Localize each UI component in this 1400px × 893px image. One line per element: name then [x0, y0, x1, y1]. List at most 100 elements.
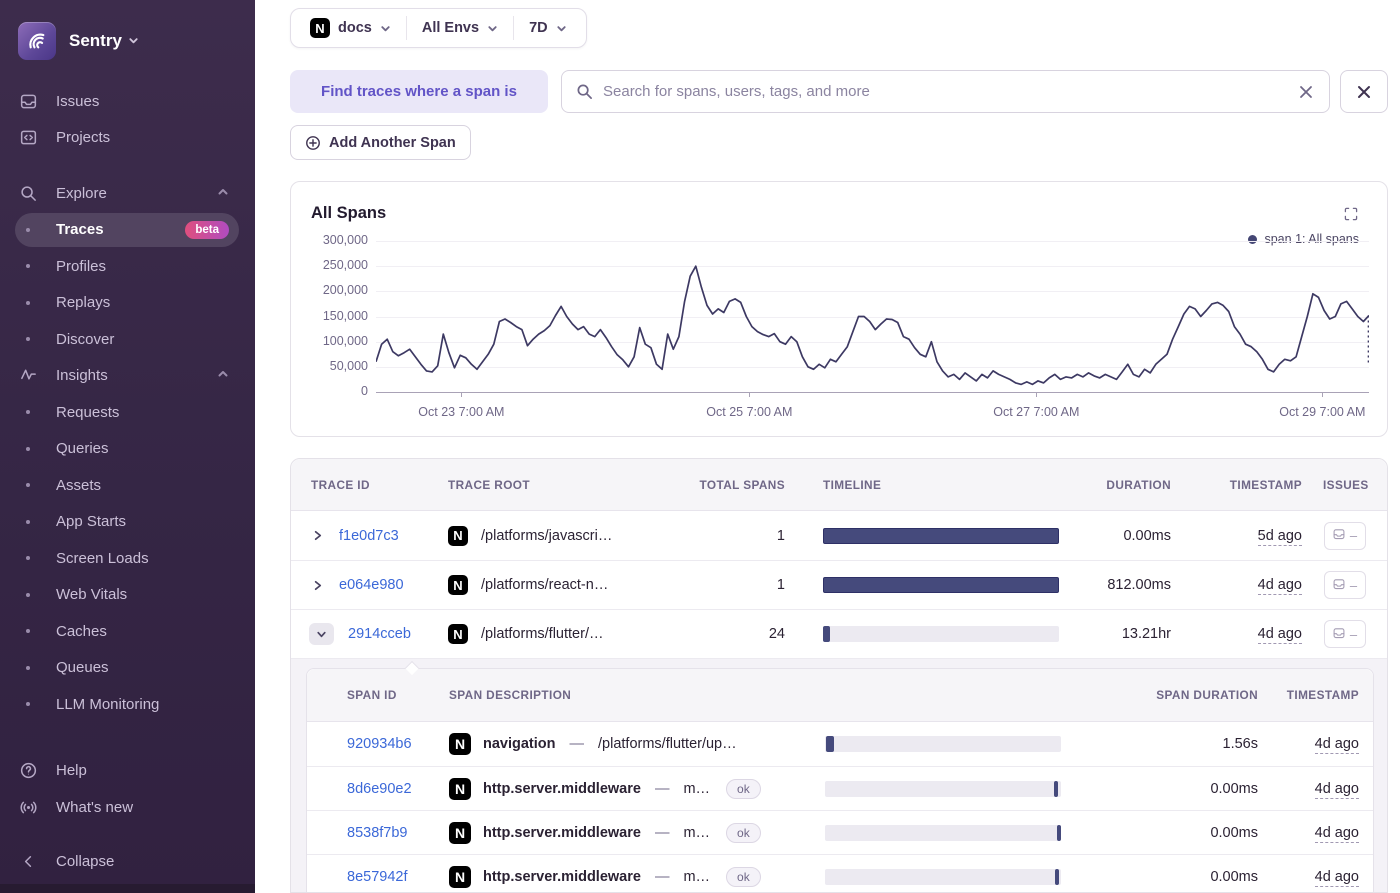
- trace-rows: f1e0d7c3 N/platforms/javascri… 1 0.00ms 5d a…: [291, 511, 1387, 658]
- span-timeline-cell: [825, 868, 1061, 885]
- span-description-cell: Nhttp.server.middleware — m… ok: [449, 777, 825, 800]
- timeline-cell: [785, 626, 1059, 642]
- sidebar-item-queues[interactable]: Queues: [0, 650, 255, 687]
- column-header-timestamp: TIMESTAMP: [1229, 477, 1302, 492]
- column-header-span-description: SPAN DESCRIPTION: [449, 688, 572, 702]
- issues-button[interactable]: –: [1323, 620, 1366, 648]
- sidebar-item-insights[interactable]: Insights: [0, 358, 255, 395]
- sidebar-item-traces[interactable]: Traces beta: [0, 212, 255, 249]
- timeline-bar: [1054, 868, 1060, 885]
- span-table: SPAN ID SPAN DESCRIPTION SPAN DURATION TIME…: [306, 660, 1375, 892]
- timestamp-value[interactable]: 4d ago: [1314, 868, 1359, 887]
- span-duration-cell: 0.00ms: [1210, 780, 1258, 797]
- span-id-link[interactable]: 920934b6: [347, 736, 412, 752]
- timestamp-value[interactable]: 4d ago: [1257, 577, 1302, 595]
- sidebar-item-assets[interactable]: Assets: [0, 467, 255, 504]
- sidebar-item-queries[interactable]: Queries: [0, 431, 255, 468]
- sidebar-item-requests[interactable]: Requests: [0, 394, 255, 431]
- timeline-track: [823, 626, 1059, 642]
- chevron-up-icon[interactable]: [217, 185, 229, 202]
- span-search-input[interactable]: [603, 83, 1287, 100]
- column-header-total-spans: TOTAL SPANS: [699, 477, 785, 492]
- issues-icon: [0, 92, 56, 111]
- all-spans-chart-panel: All Spans span 1: All spans 0 50,000 100,0…: [290, 181, 1388, 437]
- chevron-up-icon[interactable]: [217, 367, 229, 384]
- bullet-dot: [0, 337, 56, 341]
- timestamp-value[interactable]: 4d ago: [1314, 824, 1359, 843]
- expand-row-button[interactable]: [309, 529, 325, 542]
- collapse-row-button[interactable]: [309, 623, 334, 645]
- issues-button[interactable]: –: [1323, 521, 1366, 550]
- trace-root-text: /platforms/flutter/…: [481, 626, 604, 642]
- sidebar-item-label: Web Vitals: [56, 586, 128, 604]
- sidebar-item-label: Insights: [56, 367, 108, 385]
- expand-row-button[interactable]: [309, 579, 325, 592]
- sidebar-item-caches[interactable]: Caches: [0, 613, 255, 650]
- timestamp-value[interactable]: 4d ago: [1257, 626, 1302, 644]
- sidebar-item-llm-monitoring[interactable]: LLM Monitoring: [0, 686, 255, 723]
- sidebar-item-app-starts[interactable]: App Starts: [0, 504, 255, 541]
- sidebar-item-help[interactable]: Help: [0, 753, 255, 790]
- chevron-down-icon: [128, 31, 139, 51]
- sidebar-item-what-s-new[interactable]: What's new: [0, 789, 255, 826]
- nextjs-avatar: N: [448, 575, 468, 595]
- expanded-trace-panel: SPAN ID SPAN DESCRIPTION SPAN DURATION TIME…: [291, 658, 1387, 892]
- span-row: 8e57942f Nhttp.server.middleware — m… ok 0.00…: [307, 854, 1375, 892]
- column-header-duration: DURATION: [1106, 477, 1171, 492]
- timestamp-value[interactable]: 4d ago: [1314, 736, 1359, 754]
- timestamp-value[interactable]: 4d ago: [1314, 780, 1359, 799]
- column-header-span-duration: SPAN DURATION: [1156, 688, 1258, 702]
- sidebar-item-profiles[interactable]: Profiles: [0, 248, 255, 285]
- column-header-span-id: SPAN ID: [347, 688, 397, 702]
- org-switcher[interactable]: Sentry: [18, 22, 139, 60]
- sidebar-item-explore[interactable]: Explore: [0, 175, 255, 212]
- sidebar-item-discover[interactable]: Discover: [0, 321, 255, 358]
- sidebar-item-web-vitals[interactable]: Web Vitals: [0, 577, 255, 614]
- expand-chart-button[interactable]: [1343, 206, 1359, 222]
- project-selector[interactable]: N docs: [295, 16, 406, 40]
- sidebar-item-projects[interactable]: Projects: [0, 120, 255, 157]
- span-timestamp-cell: 4d ago: [1258, 868, 1375, 887]
- span-rows: 920934b6 Nnavigation — /platforms/flutter/u…: [307, 722, 1375, 892]
- sidebar-item-label: Issues: [56, 92, 100, 110]
- span-timeline-cell: [825, 736, 1061, 752]
- total-spans-cell: 1: [776, 527, 785, 544]
- trace-id-link[interactable]: 2914cceb: [348, 626, 411, 642]
- x-axis-label: Oct 27 7:00 AM: [993, 405, 1080, 419]
- nextjs-avatar: N: [448, 624, 468, 644]
- span-id-link[interactable]: 8538f7b9: [347, 825, 407, 841]
- separator: —: [654, 780, 670, 797]
- span-op: navigation: [483, 736, 556, 752]
- timeline-bar: [823, 626, 831, 642]
- span-search-bar[interactable]: [561, 70, 1330, 113]
- environment-selector[interactable]: All Envs: [405, 16, 513, 40]
- separator: —: [654, 824, 670, 841]
- sidebar-item-screen-loads[interactable]: Screen Loads: [0, 540, 255, 577]
- bullet-dot: [0, 629, 56, 633]
- timestamp-value[interactable]: 5d ago: [1257, 527, 1302, 546]
- separator: —: [569, 736, 585, 752]
- total-spans-cell: 24: [768, 626, 785, 642]
- sidebar-item-label: Explore: [56, 184, 107, 202]
- sidebar-item-collapse[interactable]: Collapse: [0, 844, 255, 881]
- issues-count: –: [1349, 577, 1358, 593]
- sidebar-item-issues[interactable]: Issues: [0, 83, 255, 120]
- issues-cell: –: [1302, 571, 1387, 599]
- issues-icon: [1332, 527, 1346, 544]
- span-id-link[interactable]: 8e57942f: [347, 869, 407, 885]
- add-another-span-button[interactable]: Add Another Span: [290, 125, 471, 160]
- trace-id-link[interactable]: f1e0d7c3: [339, 528, 399, 544]
- remove-span-button[interactable]: [1340, 70, 1388, 113]
- chevron-down-icon: [381, 25, 390, 31]
- sidebar-item-replays[interactable]: Replays: [0, 285, 255, 322]
- span-id-link[interactable]: 8d6e90e2: [347, 781, 412, 797]
- issues-button[interactable]: –: [1323, 571, 1366, 599]
- status-badge: ok: [726, 866, 761, 887]
- span-timestamp-cell: 4d ago: [1258, 736, 1375, 754]
- trace-id-link[interactable]: e064e980: [339, 577, 404, 593]
- bullet-dot: [0, 593, 56, 597]
- status-badge: ok: [726, 778, 761, 799]
- clear-search-icon[interactable]: [1297, 83, 1315, 101]
- date-range-selector[interactable]: 7D: [513, 16, 582, 40]
